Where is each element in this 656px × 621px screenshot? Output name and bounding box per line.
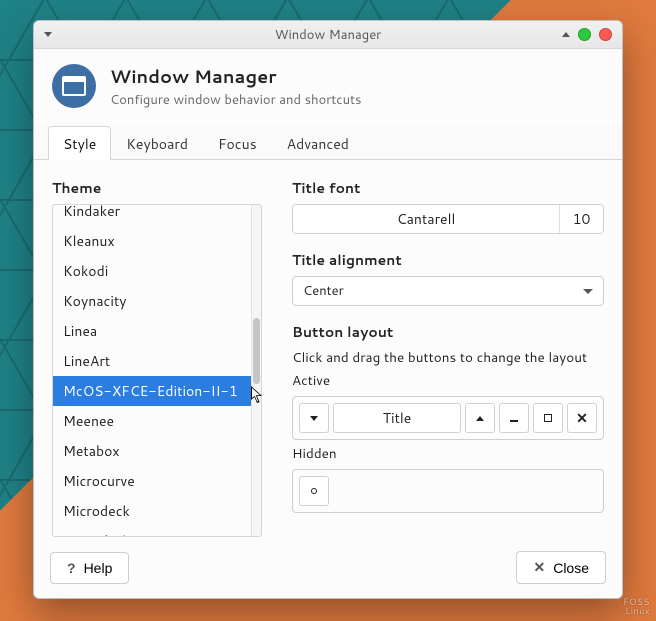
stick-icon [311, 488, 317, 494]
active-button-tray[interactable]: Title ✕ [292, 396, 604, 440]
tab-content-style: Theme KindakerKleanuxKokodiKoynacityLine… [34, 160, 622, 541]
window-manager-icon [52, 64, 96, 108]
button-layout-hint: Click and drag the buttons to change the… [292, 348, 604, 367]
tab-focus[interactable]: Focus [203, 126, 272, 160]
help-button-label: Help [84, 560, 113, 576]
title-alignment-label: Title alignment [292, 250, 604, 270]
title-alignment-select[interactable]: Center [292, 276, 604, 306]
watermark: FOSS Linux [623, 597, 650, 615]
hidden-button-tray[interactable] [292, 469, 604, 513]
chip-shade[interactable] [465, 403, 495, 433]
theme-item[interactable]: LineArt [53, 346, 251, 376]
theme-list-frame: KindakerKleanuxKokodiKoynacityLineaLineA… [52, 204, 262, 537]
titlebar[interactable]: Window Manager [34, 21, 622, 49]
title-alignment-value: Center [303, 282, 344, 300]
minimize-button[interactable] [562, 32, 570, 37]
title-font-label: Title font [292, 178, 604, 198]
chip-menu[interactable] [299, 403, 329, 433]
maximize-button[interactable] [578, 28, 591, 41]
theme-label: Theme [52, 178, 262, 198]
shade-icon [476, 416, 484, 421]
chip-minimize[interactable] [499, 403, 529, 433]
chevron-down-icon [583, 289, 593, 294]
chip-title[interactable]: Title [333, 403, 461, 433]
title-font-size: 10 [559, 205, 603, 233]
theme-item[interactable]: Linea [53, 316, 251, 346]
window-manager-dialog: Window Manager Window Manager Configure … [33, 20, 623, 599]
theme-item[interactable]: Microdeck2 [53, 526, 251, 536]
chip-stick[interactable] [299, 476, 329, 506]
window-controls [562, 28, 612, 41]
maximize-icon [544, 414, 552, 422]
window-menu-icon[interactable] [44, 32, 52, 37]
theme-item[interactable]: Meenee [53, 406, 251, 436]
theme-list[interactable]: KindakerKleanuxKokodiKoynacityLineaLineA… [53, 205, 251, 536]
theme-item[interactable]: Kleanux [53, 226, 251, 256]
dialog-title: Window Manager [110, 63, 361, 89]
title-font-name: Cantarell [293, 205, 559, 233]
button-layout-label: Button layout [292, 322, 604, 342]
close-window-button[interactable] [599, 28, 612, 41]
hidden-label: Hidden [292, 444, 604, 463]
theme-item[interactable]: Koynacity [53, 286, 251, 316]
dialog-header: Window Manager Configure window behavior… [34, 49, 622, 125]
tab-bar: Style Keyboard Focus Advanced [34, 125, 622, 160]
tab-keyboard[interactable]: Keyboard [111, 126, 203, 160]
help-button[interactable]: ? Help [50, 552, 129, 584]
minimize-icon [510, 420, 518, 422]
chip-maximize[interactable] [533, 403, 563, 433]
close-icon: ✕ [533, 559, 545, 576]
theme-item[interactable]: Kindaker [53, 205, 251, 226]
dialog-footer: ? Help ✕ Close [34, 541, 622, 598]
close-button[interactable]: ✕ Close [516, 551, 606, 584]
tab-advanced[interactable]: Advanced [272, 126, 364, 160]
scrollbar-thumb[interactable] [253, 318, 260, 384]
theme-scrollbar[interactable] [251, 205, 261, 536]
tab-style[interactable]: Style [48, 126, 111, 160]
theme-item[interactable]: McOS-XFCE-Edition-II-1 [53, 376, 251, 406]
active-label: Active [292, 371, 604, 390]
theme-item[interactable]: Microcurve [53, 466, 251, 496]
help-icon: ? [67, 560, 76, 576]
theme-item[interactable]: Metabox [53, 436, 251, 466]
window-title: Window Manager [34, 26, 622, 44]
close-button-label: Close [553, 560, 589, 576]
close-icon: ✕ [576, 408, 588, 428]
title-font-button[interactable]: Cantarell 10 [292, 204, 604, 234]
chip-close[interactable]: ✕ [567, 403, 597, 433]
menu-icon [310, 416, 318, 421]
theme-item[interactable]: Kokodi [53, 256, 251, 286]
theme-item[interactable]: Microdeck [53, 496, 251, 526]
dialog-subtitle: Configure window behavior and shortcuts [110, 91, 361, 109]
